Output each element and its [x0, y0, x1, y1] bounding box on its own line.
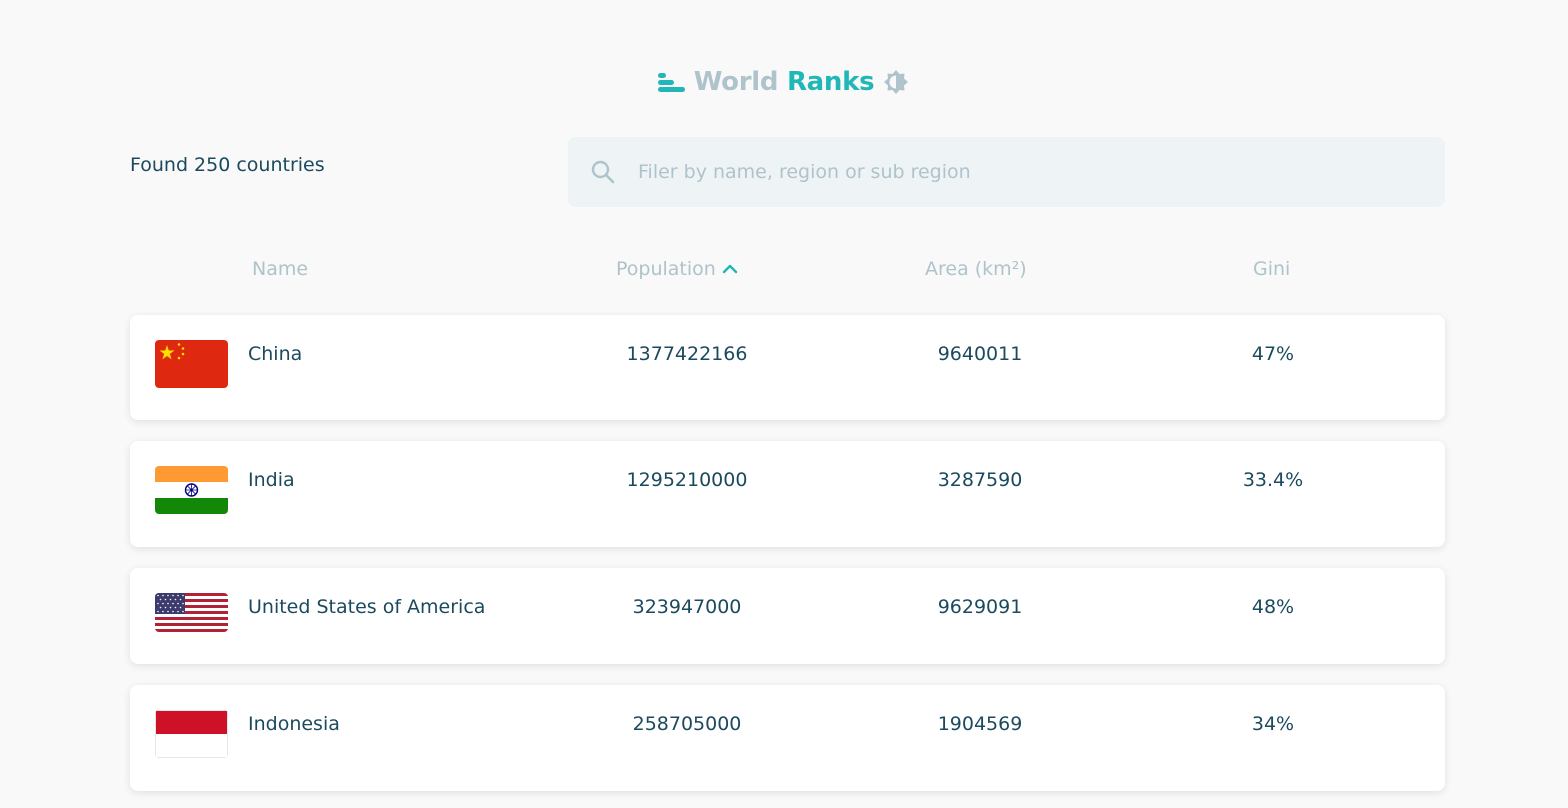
- chevron-up-icon: [722, 264, 738, 274]
- app-title-ranks: Ranks: [786, 67, 875, 97]
- column-header-population-label: Population: [616, 258, 716, 280]
- country-population: 1377422166: [626, 343, 748, 365]
- table-row[interactable]: India 1295210000 3287590 33.4%: [130, 441, 1445, 547]
- app-header: World Ranks: [0, 62, 1568, 102]
- country-population: 323947000: [632, 596, 742, 618]
- country-name: China: [248, 343, 303, 365]
- brightness-icon[interactable]: [882, 68, 910, 96]
- search-input[interactable]: [638, 161, 1445, 183]
- table-header: Name Population Area (km²) Gini: [130, 258, 1445, 288]
- search-box[interactable]: [568, 137, 1445, 207]
- indonesia-flag-icon: [155, 710, 228, 758]
- india-flag-icon: [155, 466, 228, 514]
- country-gini: 47%: [1251, 343, 1295, 365]
- world-ranks-page: World Ranks Found 250 countries Name Pop…: [0, 0, 1568, 808]
- country-gini: 48%: [1251, 596, 1295, 618]
- table-row[interactable]: China 1377422166 9640011 47%: [130, 315, 1445, 420]
- country-area: 9640011: [937, 343, 1023, 365]
- table-row[interactable]: United States of America 323947000 96290…: [130, 568, 1445, 664]
- country-area: 3287590: [937, 469, 1023, 491]
- table-row[interactable]: Indonesia 258705000 1904569 34%: [130, 685, 1445, 791]
- column-header-population[interactable]: Population: [616, 258, 738, 280]
- country-area: 1904569: [937, 713, 1023, 735]
- country-population: 258705000: [632, 713, 742, 735]
- app-title-world: World: [693, 67, 779, 97]
- bars-logo-icon: [657, 73, 685, 92]
- country-name: United States of America: [248, 596, 486, 618]
- search-icon: [591, 160, 615, 184]
- column-header-name-label: Name: [252, 258, 309, 280]
- column-header-area-label: Area (km²): [925, 258, 1027, 280]
- country-area: 9629091: [937, 596, 1023, 618]
- column-header-area[interactable]: Area (km²): [925, 258, 1027, 280]
- china-flag-icon: [155, 340, 228, 388]
- column-header-name[interactable]: Name: [252, 258, 308, 280]
- usa-flag-icon: [155, 593, 228, 632]
- country-gini: 34%: [1251, 713, 1295, 735]
- app-title: World Ranks: [694, 67, 875, 97]
- results-count: Found 250 countries: [130, 154, 325, 176]
- country-population: 1295210000: [626, 469, 748, 491]
- column-header-gini[interactable]: Gini: [1253, 258, 1290, 280]
- country-name: Indonesia: [248, 713, 340, 735]
- country-name: India: [248, 469, 295, 491]
- column-header-gini-label: Gini: [1253, 258, 1291, 280]
- country-gini: 33.4%: [1242, 469, 1304, 491]
